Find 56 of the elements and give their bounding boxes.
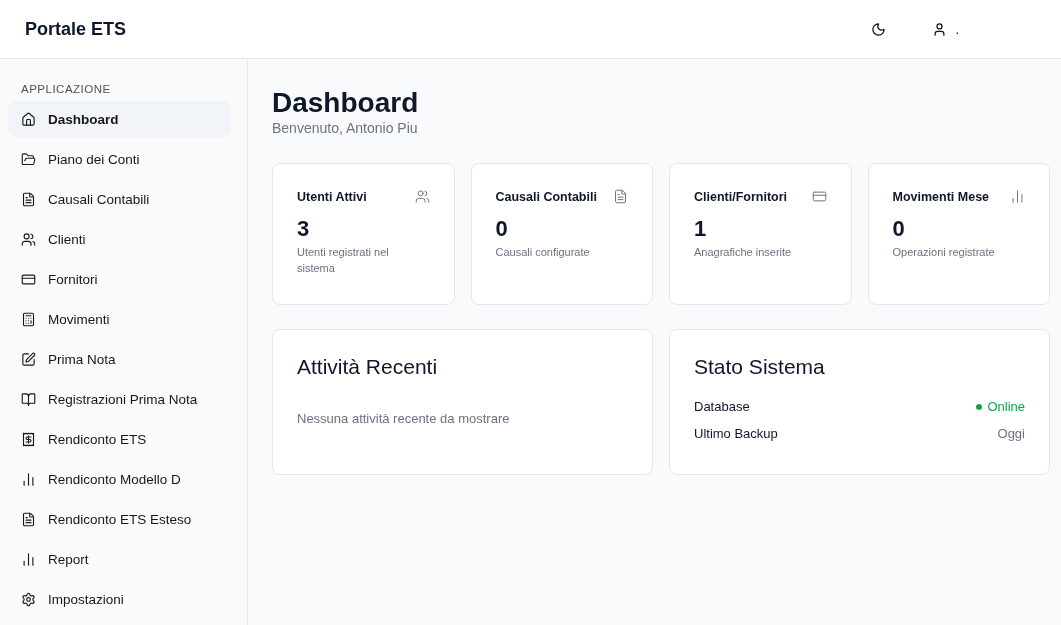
document-icon	[21, 191, 36, 207]
settings-icon	[21, 591, 36, 607]
moon-icon	[871, 21, 887, 37]
stat-caption: Operazioni registrate	[892, 245, 996, 260]
nav-item[interactable]: Fornitori	[8, 261, 231, 297]
user-menu-button[interactable]: .	[926, 15, 965, 43]
nav-item[interactable]: Piano dei Conti	[8, 141, 231, 177]
nav-item[interactable]: Dashboard	[8, 101, 231, 137]
bar-chart-icon	[21, 551, 36, 567]
nav-item[interactable]: Impostazioni	[8, 581, 231, 617]
receipt-icon	[21, 431, 36, 447]
users-icon	[414, 189, 430, 204]
document-icon	[613, 189, 628, 204]
welcome-text: Benvenuto, Antonio Piu	[272, 120, 419, 136]
stat-title: Clienti/Fornitori	[694, 189, 788, 204]
card-icon	[811, 189, 827, 204]
nav-item[interactable]: Movimenti	[8, 301, 231, 337]
empty-message: Nessuna attività recente da mostrare	[297, 411, 511, 426]
nav-item[interactable]: Rendiconto ETS	[8, 421, 231, 457]
edit-icon	[21, 351, 36, 367]
nav-item[interactable]: Prima Nota	[8, 341, 231, 377]
section-label: APPLICAZIONE	[20, 83, 112, 95]
app-title: Portale ETS	[25, 18, 128, 40]
stat-value: 0	[892, 216, 906, 242]
nav-item[interactable]: Rendiconto ETS Esteso	[8, 501, 231, 537]
nav-item[interactable]: Rendiconto Modello D	[8, 461, 231, 497]
stat-value: 1	[694, 216, 708, 242]
status-label: Database	[694, 399, 750, 414]
stat-caption: Causali configurate	[495, 245, 591, 260]
stat-title: Utenti Attivi	[297, 189, 367, 204]
page-title: Dashboard	[272, 87, 420, 119]
stat-value: 3	[297, 216, 311, 242]
nav-item[interactable]: Clienti	[8, 221, 231, 257]
nav-item[interactable]: Report	[8, 541, 231, 577]
users-icon	[21, 231, 36, 247]
nav-item[interactable]: Registrazioni Prima Nota	[8, 381, 231, 417]
nav-item[interactable]: Causali Contabili	[8, 181, 231, 217]
bar-chart-icon	[21, 471, 36, 487]
stat-value: 0	[495, 216, 509, 242]
status-label: Ultimo Backup	[694, 426, 778, 441]
stat-caption: Anagrafiche inserite	[694, 245, 793, 260]
bar-chart-icon	[1010, 189, 1025, 204]
status-value: Oggi	[997, 426, 1025, 441]
card-title: Attività Recenti	[297, 355, 439, 379]
book-icon	[21, 391, 36, 407]
calculator-icon	[21, 311, 36, 327]
user-icon	[932, 21, 948, 37]
card-title: Stato Sistema	[694, 355, 826, 379]
status-value: Online	[976, 399, 1025, 414]
house-icon	[21, 111, 36, 127]
stat-title: Movimenti Mese	[892, 189, 990, 204]
folder-icon	[21, 151, 36, 167]
stat-caption: Utenti registrati nel sistema	[297, 245, 390, 276]
card-icon	[21, 271, 36, 287]
document-icon	[21, 511, 36, 527]
stat-title: Causali Contabili	[495, 189, 597, 204]
